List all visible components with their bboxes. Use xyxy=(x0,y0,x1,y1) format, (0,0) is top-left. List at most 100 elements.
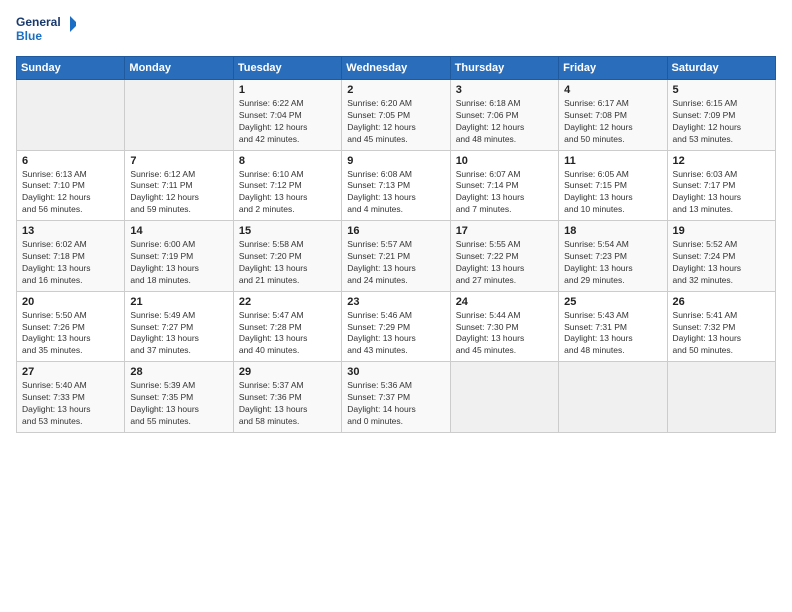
day-number: 12 xyxy=(673,155,770,167)
day-info: Sunrise: 6:02 AM Sunset: 7:18 PM Dayligh… xyxy=(22,239,119,287)
calendar-cell: 26Sunrise: 5:41 AM Sunset: 7:32 PM Dayli… xyxy=(667,291,775,362)
day-number: 7 xyxy=(130,155,227,167)
day-info: Sunrise: 5:57 AM Sunset: 7:21 PM Dayligh… xyxy=(347,239,444,287)
calendar-week-row: 1 Sunrise: 6:22 AM Sunset: 7:04 PM Daylig… xyxy=(17,80,776,151)
svg-text:Blue: Blue xyxy=(16,29,42,43)
calendar-cell xyxy=(125,80,233,151)
day-number: 13 xyxy=(22,225,119,237)
day-info: Sunrise: 6:10 AM Sunset: 7:12 PM Dayligh… xyxy=(239,169,336,217)
calendar-week-row: 6 Sunrise: 6:13 AM Sunset: 7:10 PM Daylig… xyxy=(17,150,776,221)
calendar-cell: 27 Sunrise: 5:40 AM Sunset: 7:33 PM Dayli… xyxy=(17,362,125,433)
day-info: Sunrise: 5:58 AM Sunset: 7:20 PM Dayligh… xyxy=(239,239,336,287)
calendar-table: SundayMondayTuesdayWednesdayThursdayFrid… xyxy=(16,56,776,433)
day-of-week-header: Saturday xyxy=(667,57,775,80)
day-info: Sunrise: 5:36 AM Sunset: 7:37 PM Dayligh… xyxy=(347,380,444,428)
calendar-cell: 18 Sunrise: 5:54 AM Sunset: 7:23 PM Dayli… xyxy=(559,221,667,292)
day-of-week-header: Tuesday xyxy=(233,57,341,80)
calendar-week-row: 13 Sunrise: 6:02 AM Sunset: 7:18 PM Dayli… xyxy=(17,221,776,292)
day-number: 28 xyxy=(130,366,227,378)
day-number: 22 xyxy=(239,296,336,308)
day-of-week-header: Monday xyxy=(125,57,233,80)
calendar-cell: 24Sunrise: 5:44 AM Sunset: 7:30 PM Dayli… xyxy=(450,291,558,362)
day-number: 17 xyxy=(456,225,553,237)
day-of-week-header: Thursday xyxy=(450,57,558,80)
day-info: Sunrise: 6:22 AM Sunset: 7:04 PM Dayligh… xyxy=(239,98,336,146)
day-info: Sunrise: 5:44 AM Sunset: 7:30 PM Dayligh… xyxy=(456,310,553,358)
svg-text:General: General xyxy=(16,15,61,29)
calendar-cell: 6 Sunrise: 6:13 AM Sunset: 7:10 PM Daylig… xyxy=(17,150,125,221)
calendar-cell: 28Sunrise: 5:39 AM Sunset: 7:35 PM Dayli… xyxy=(125,362,233,433)
day-number: 15 xyxy=(239,225,336,237)
calendar-cell: 19 Sunrise: 5:52 AM Sunset: 7:24 PM Dayli… xyxy=(667,221,775,292)
day-number: 25 xyxy=(564,296,661,308)
day-number: 4 xyxy=(564,84,661,96)
calendar-cell xyxy=(17,80,125,151)
calendar-cell: 14Sunrise: 6:00 AM Sunset: 7:19 PM Dayli… xyxy=(125,221,233,292)
day-number: 2 xyxy=(347,84,444,96)
calendar-cell: 23 Sunrise: 5:46 AM Sunset: 7:29 PM Dayli… xyxy=(342,291,450,362)
calendar-cell: 15 Sunrise: 5:58 AM Sunset: 7:20 PM Dayli… xyxy=(233,221,341,292)
day-number: 10 xyxy=(456,155,553,167)
calendar-cell: 12 Sunrise: 6:03 AM Sunset: 7:17 PM Dayli… xyxy=(667,150,775,221)
day-number: 30 xyxy=(347,366,444,378)
calendar-cell xyxy=(450,362,558,433)
calendar-cell: 10 Sunrise: 6:07 AM Sunset: 7:14 PM Dayli… xyxy=(450,150,558,221)
day-info: Sunrise: 6:03 AM Sunset: 7:17 PM Dayligh… xyxy=(673,169,770,217)
logo: General Blue xyxy=(16,12,76,48)
day-of-week-header: Friday xyxy=(559,57,667,80)
calendar-cell: 4 Sunrise: 6:17 AM Sunset: 7:08 PM Daylig… xyxy=(559,80,667,151)
day-number: 20 xyxy=(22,296,119,308)
calendar-week-row: 20 Sunrise: 5:50 AM Sunset: 7:26 PM Dayli… xyxy=(17,291,776,362)
day-info: Sunrise: 6:15 AM Sunset: 7:09 PM Dayligh… xyxy=(673,98,770,146)
calendar-cell: 16 Sunrise: 5:57 AM Sunset: 7:21 PM Dayli… xyxy=(342,221,450,292)
day-info: Sunrise: 6:17 AM Sunset: 7:08 PM Dayligh… xyxy=(564,98,661,146)
day-info: Sunrise: 5:52 AM Sunset: 7:24 PM Dayligh… xyxy=(673,239,770,287)
day-number: 27 xyxy=(22,366,119,378)
day-info: Sunrise: 5:50 AM Sunset: 7:26 PM Dayligh… xyxy=(22,310,119,358)
calendar-cell: 1 Sunrise: 6:22 AM Sunset: 7:04 PM Daylig… xyxy=(233,80,341,151)
calendar-cell: 7 Sunrise: 6:12 AM Sunset: 7:11 PM Daylig… xyxy=(125,150,233,221)
calendar-cell: 13 Sunrise: 6:02 AM Sunset: 7:18 PM Dayli… xyxy=(17,221,125,292)
header: General Blue xyxy=(16,12,776,48)
day-info: Sunrise: 6:18 AM Sunset: 7:06 PM Dayligh… xyxy=(456,98,553,146)
calendar-cell: 29 Sunrise: 5:37 AM Sunset: 7:36 PM Dayli… xyxy=(233,362,341,433)
day-info: Sunrise: 5:40 AM Sunset: 7:33 PM Dayligh… xyxy=(22,380,119,428)
day-info: Sunrise: 6:05 AM Sunset: 7:15 PM Dayligh… xyxy=(564,169,661,217)
calendar-cell: 22Sunrise: 5:47 AM Sunset: 7:28 PM Dayli… xyxy=(233,291,341,362)
day-number: 23 xyxy=(347,296,444,308)
day-info: Sunrise: 6:20 AM Sunset: 7:05 PM Dayligh… xyxy=(347,98,444,146)
day-number: 18 xyxy=(564,225,661,237)
calendar-cell: 5 Sunrise: 6:15 AM Sunset: 7:09 PM Daylig… xyxy=(667,80,775,151)
day-number: 6 xyxy=(22,155,119,167)
day-info: Sunrise: 6:07 AM Sunset: 7:14 PM Dayligh… xyxy=(456,169,553,217)
day-info: Sunrise: 5:54 AM Sunset: 7:23 PM Dayligh… xyxy=(564,239,661,287)
day-info: Sunrise: 5:46 AM Sunset: 7:29 PM Dayligh… xyxy=(347,310,444,358)
day-number: 5 xyxy=(673,84,770,96)
calendar-cell xyxy=(559,362,667,433)
calendar-week-row: 27 Sunrise: 5:40 AM Sunset: 7:33 PM Dayli… xyxy=(17,362,776,433)
day-info: Sunrise: 6:00 AM Sunset: 7:19 PM Dayligh… xyxy=(130,239,227,287)
day-of-week-header: Wednesday xyxy=(342,57,450,80)
day-info: Sunrise: 6:12 AM Sunset: 7:11 PM Dayligh… xyxy=(130,169,227,217)
calendar-body: 1 Sunrise: 6:22 AM Sunset: 7:04 PM Daylig… xyxy=(17,80,776,433)
day-info: Sunrise: 6:08 AM Sunset: 7:13 PM Dayligh… xyxy=(347,169,444,217)
logo-svg: General Blue xyxy=(16,12,76,48)
day-number: 21 xyxy=(130,296,227,308)
day-number: 8 xyxy=(239,155,336,167)
calendar-cell: 3Sunrise: 6:18 AM Sunset: 7:06 PM Daylig… xyxy=(450,80,558,151)
day-number: 1 xyxy=(239,84,336,96)
day-info: Sunrise: 5:37 AM Sunset: 7:36 PM Dayligh… xyxy=(239,380,336,428)
day-info: Sunrise: 5:43 AM Sunset: 7:31 PM Dayligh… xyxy=(564,310,661,358)
day-number: 26 xyxy=(673,296,770,308)
day-number: 29 xyxy=(239,366,336,378)
page: General Blue SundayMondayTuesdayWednesda… xyxy=(0,0,792,612)
day-info: Sunrise: 5:55 AM Sunset: 7:22 PM Dayligh… xyxy=(456,239,553,287)
calendar-cell: 25 Sunrise: 5:43 AM Sunset: 7:31 PM Dayli… xyxy=(559,291,667,362)
day-info: Sunrise: 6:13 AM Sunset: 7:10 PM Dayligh… xyxy=(22,169,119,217)
days-of-week-header: SundayMondayTuesdayWednesdayThursdayFrid… xyxy=(17,57,776,80)
calendar-cell: 2 Sunrise: 6:20 AM Sunset: 7:05 PM Daylig… xyxy=(342,80,450,151)
day-number: 11 xyxy=(564,155,661,167)
day-number: 16 xyxy=(347,225,444,237)
day-number: 19 xyxy=(673,225,770,237)
day-of-week-header: Sunday xyxy=(17,57,125,80)
